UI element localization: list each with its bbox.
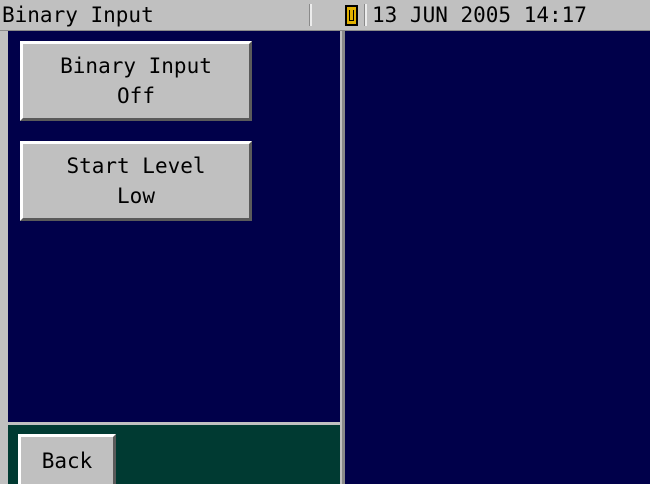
title-bar: Binary Input 13 JUN 2005 14:17 (0, 0, 650, 31)
instrument-screen: Binary Input 13 JUN 2005 14:17 Binary In… (0, 0, 650, 484)
menu-panel: Binary Input Off Start Level Low (0, 31, 342, 422)
binary-input-value: Off (117, 84, 155, 108)
back-button[interactable]: Back (18, 434, 116, 484)
title-divider (309, 4, 312, 26)
start-level-label: Start Level (66, 154, 206, 178)
binary-input-button[interactable]: Binary Input Off (20, 41, 252, 121)
display-area (342, 31, 650, 484)
softkey-bar: Back (8, 422, 340, 484)
date-time-readout: 13 JUN 2005 14:17 (372, 3, 587, 27)
start-level-button[interactable]: Start Level Low (20, 141, 252, 221)
screen-title: Binary Input (2, 3, 154, 27)
binary-input-label: Binary Input (60, 54, 212, 78)
start-level-value: Low (117, 184, 155, 208)
drive-indicator-icon (345, 5, 358, 26)
status-divider (364, 4, 367, 26)
